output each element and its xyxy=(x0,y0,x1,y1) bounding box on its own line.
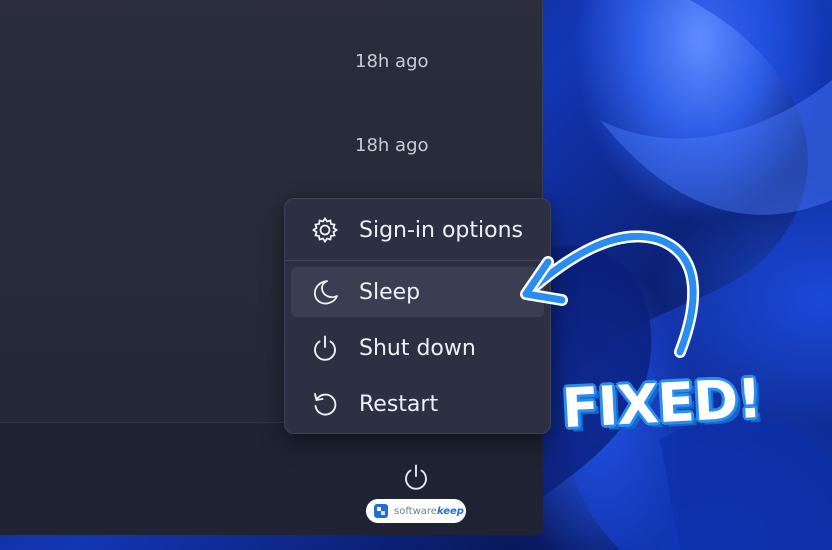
menu-item-label: Sign-in options xyxy=(359,217,524,243)
power-options-menu: Sign-in options Sleep Shut down Restart xyxy=(284,198,551,434)
menu-divider xyxy=(285,260,550,261)
notification-timestamp: 18h ago xyxy=(355,135,429,156)
power-icon xyxy=(309,332,341,364)
menu-item-shut-down[interactable]: Shut down xyxy=(291,323,544,373)
menu-item-label: Shut down xyxy=(359,335,476,361)
menu-item-label: Sleep xyxy=(359,279,421,305)
wallpaper-swirl xyxy=(540,0,832,550)
brand-name: softwarekeep xyxy=(394,505,464,517)
notification-timestamp: 18h ago xyxy=(355,51,429,72)
power-icon xyxy=(405,464,427,490)
brand-logo-icon xyxy=(374,504,388,518)
menu-item-sign-in-options[interactable]: Sign-in options xyxy=(291,205,544,255)
restart-icon xyxy=(309,388,341,420)
power-button[interactable] xyxy=(397,458,435,496)
gear-icon xyxy=(309,214,341,246)
menu-item-restart[interactable]: Restart xyxy=(291,379,544,429)
watermark-badge: softwarekeep xyxy=(366,499,466,523)
fixed-annotation-text: FIXED! xyxy=(560,366,763,441)
menu-item-label: Restart xyxy=(359,391,439,417)
menu-item-sleep[interactable]: Sleep xyxy=(291,267,544,317)
moon-icon xyxy=(309,276,341,308)
